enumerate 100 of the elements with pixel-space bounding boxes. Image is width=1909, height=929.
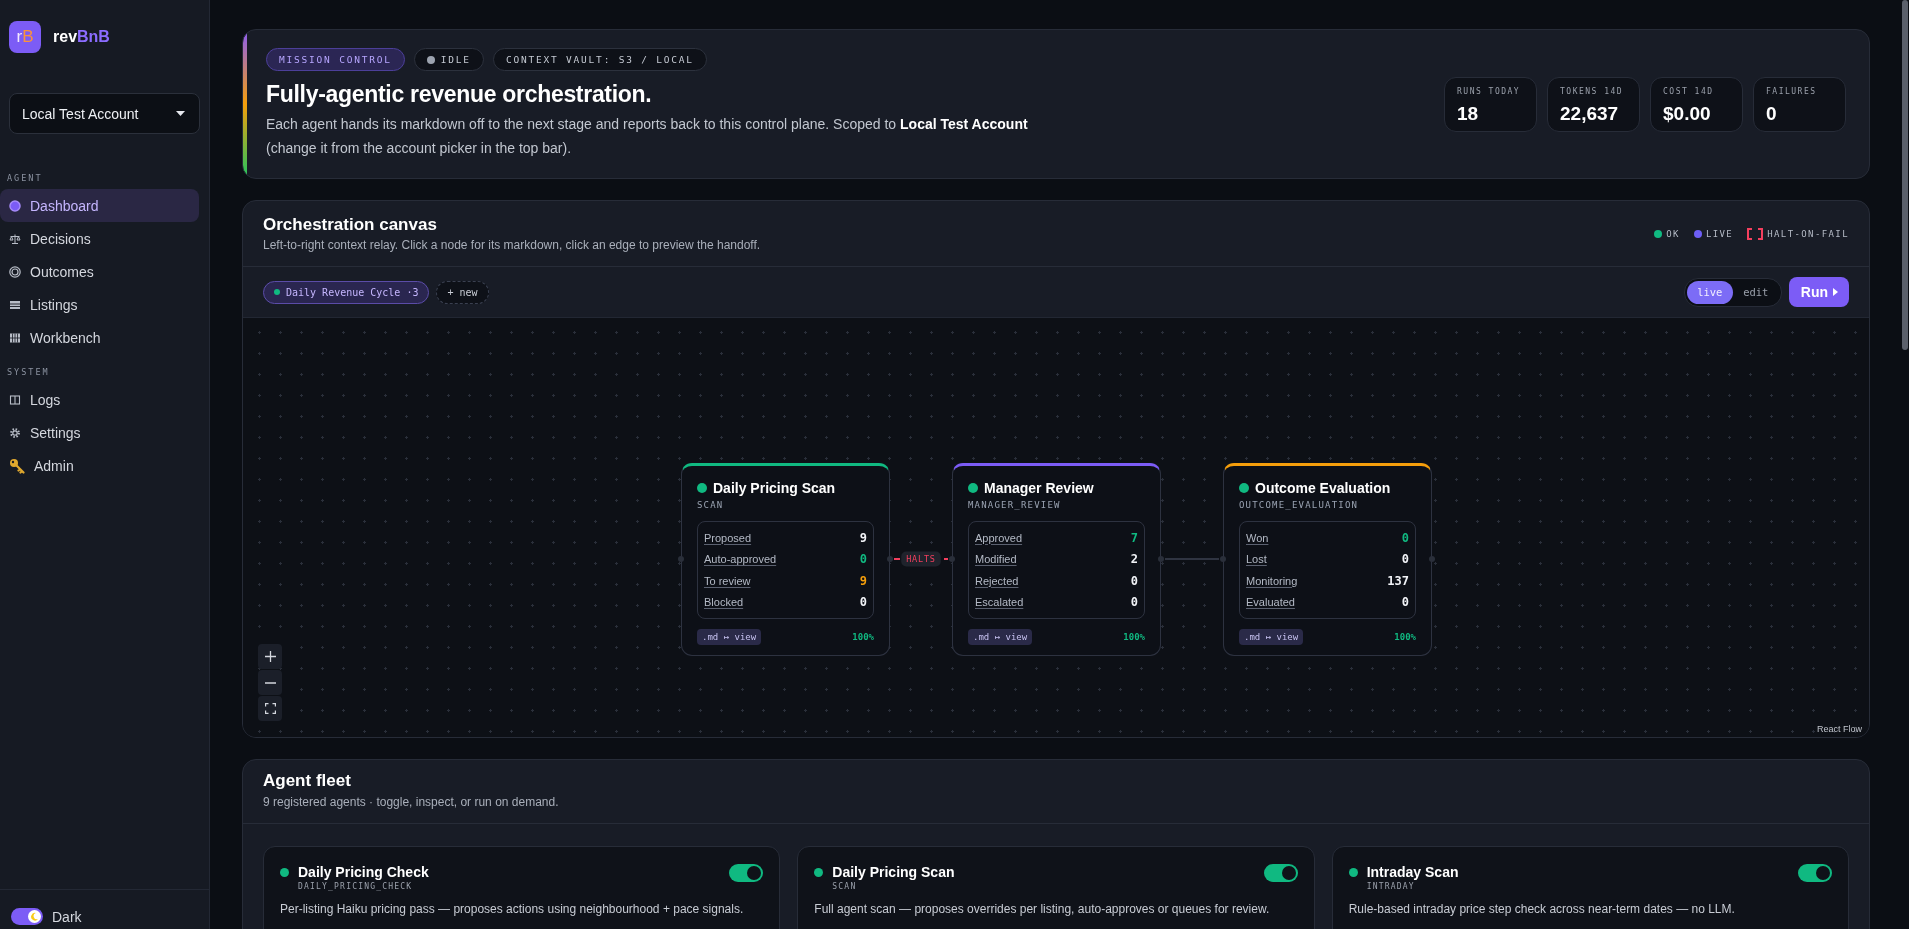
stat-label: Approved (975, 531, 1023, 544)
agent-node[interactable]: Daily Pricing Scan SCAN Proposed 9 Auto-approved 0 To review 9 Blocked 0 .md ↦ view 100% (681, 463, 890, 656)
toggle-switch[interactable] (1263, 864, 1298, 882)
agent-code: INTRADAY (1366, 881, 1416, 893)
node-code: OUTCOME_EVALUATION (1239, 499, 1360, 511)
agent-node[interactable]: Outcome Evaluation OUTCOME_EVALUATION Won 0 Lost 0 Monitoring 137 Evaluated 0 .md ↦ view 100% (1223, 463, 1432, 656)
stat-value: 9 (859, 573, 867, 588)
stat-label: To review (704, 574, 751, 587)
node-title: Outcome Evaluation (1255, 479, 1391, 498)
success-rate: 100% (852, 632, 874, 642)
stat-label: Auto-approved (704, 553, 777, 566)
stat-value: 0 (1401, 552, 1409, 567)
agent-name: Daily Pricing Scan (832, 863, 956, 881)
stat-value: 0 (859, 552, 867, 567)
connection-handle[interactable] (678, 556, 684, 562)
node-title: Daily Pricing Scan (713, 479, 836, 498)
agent-name: Intraday Scan (1366, 863, 1460, 881)
attribution-link[interactable]: React Flow (1817, 724, 1862, 734)
view-markdown-button[interactable]: .md ↦ view (1239, 629, 1304, 645)
nav-item[interactable]: Decisions (0, 222, 199, 255)
connection-handle[interactable] (887, 556, 893, 562)
stat-value: 7 (1130, 530, 1138, 545)
nav-item[interactable]: Listings (0, 288, 199, 321)
badge-text: IDLE (440, 54, 471, 65)
fit-view-icon (264, 703, 276, 714)
stat-label: TOKENS 14D (1560, 85, 1625, 98)
section-label: AGENT (7, 172, 44, 184)
theme-label: Dark (52, 908, 82, 925)
fit-view-button[interactable] (258, 696, 282, 721)
nav-item[interactable]: Settings (0, 416, 199, 449)
nav-item[interactable]: Logs (0, 383, 199, 416)
stat-label: Lost (1246, 553, 1267, 566)
key-icon (9, 457, 25, 474)
mode-tab[interactable]: edit (1732, 280, 1779, 304)
stat-label: Rejected (975, 574, 1019, 587)
agent-node[interactable]: Manager Review MANAGER_REVIEW Approved 7 Modified 2 Rejected 0 Escalated 0 .md ↦ view 100% (952, 463, 1161, 656)
moon-icon (30, 912, 39, 921)
agent-name: Daily Pricing Check (298, 863, 430, 881)
zoom-in-button[interactable] (258, 644, 282, 669)
stat-value: 9 (859, 530, 867, 545)
stat-label: Monitoring (1246, 574, 1298, 587)
toggle-switch[interactable] (1798, 864, 1832, 882)
node-title: Manager Review (984, 479, 1094, 498)
panel-subtitle: 9 registered agents · toggle, inspect, or run on demand. (263, 794, 559, 811)
stat-label: FAILURES (1766, 85, 1818, 98)
stat-value: 0 (1401, 530, 1409, 545)
success-rate: 100% (1123, 632, 1145, 642)
stat-value: 0 (1130, 595, 1138, 610)
stat-label: Blocked (704, 596, 744, 609)
connection-handle[interactable] (1158, 556, 1164, 562)
workflow-tab[interactable]: Daily Revenue Cycle ·3 (263, 280, 430, 304)
stat-value: 2 (1130, 552, 1138, 567)
new-workflow-button[interactable]: + new (436, 280, 489, 304)
zoom-out-button[interactable] (258, 670, 282, 695)
agent-description: Rule-based intraday price step check across near-term dates — no LLM. (1348, 901, 1736, 917)
stat-value: 0 (1766, 101, 1778, 126)
stat-value: 0 (859, 595, 867, 610)
mode-tab[interactable]: live (1686, 280, 1733, 304)
view-markdown-button[interactable]: .md ↦ view (697, 629, 762, 645)
target-icon (9, 265, 21, 278)
status-dot-icon (426, 55, 435, 64)
settings-icon (9, 426, 21, 439)
stat-label: Won (1246, 531, 1269, 544)
connection-handle[interactable] (949, 556, 955, 562)
panel-subtitle: Left-to-right context relay. Click a node for its markdown, click an edge to preview the handoff. (263, 237, 761, 254)
stat-label: Evaluated (1246, 596, 1295, 609)
nav-item[interactable]: Dashboard (0, 189, 199, 222)
stat-value: 0 (1130, 573, 1138, 588)
status-dot-icon (274, 289, 280, 295)
list-icon (9, 298, 21, 311)
legend-label: OK (1666, 229, 1680, 239)
run-button[interactable]: Run (1788, 277, 1849, 307)
account-select[interactable]: Local Test Account (9, 93, 200, 134)
panel-title: Orchestration canvas (263, 214, 438, 236)
connection-handle[interactable] (1429, 556, 1435, 562)
connection-handle[interactable] (1220, 556, 1226, 562)
scales-icon (9, 232, 21, 245)
stat-value: 137 (1387, 573, 1409, 588)
stat-value: 18 (1457, 101, 1480, 126)
nav-item[interactable]: Workbench (0, 321, 199, 354)
stat-value: 0 (1401, 595, 1409, 610)
caret-icon (176, 111, 185, 116)
grid-icon (9, 331, 21, 344)
nav-item[interactable]: Outcomes (0, 255, 199, 288)
agent-code: SCAN (832, 881, 858, 893)
legend-label: LIVE (1705, 229, 1734, 239)
brand-name: revBnB (53, 28, 110, 46)
view-markdown-button[interactable]: .md ↦ view (968, 629, 1033, 645)
stat-label: Proposed (704, 531, 752, 544)
badge-text: CONTEXT VAULT: S3 / LOCAL (505, 54, 694, 65)
radio-dot-icon (9, 199, 21, 212)
toggle-switch[interactable] (729, 864, 764, 882)
minus-icon (264, 681, 276, 684)
legend-label: HALT-ON-FAIL (1767, 229, 1849, 239)
panel-title: Agent fleet (263, 770, 352, 792)
columns-icon (9, 393, 21, 406)
nav-item[interactable]: Admin (0, 449, 199, 482)
agent-description: Per-listing Haiku pricing pass — proposes actions using neighbourhood + pace signals. (280, 901, 745, 917)
success-rate: 100% (1394, 632, 1416, 642)
theme-toggle[interactable] (11, 908, 43, 925)
